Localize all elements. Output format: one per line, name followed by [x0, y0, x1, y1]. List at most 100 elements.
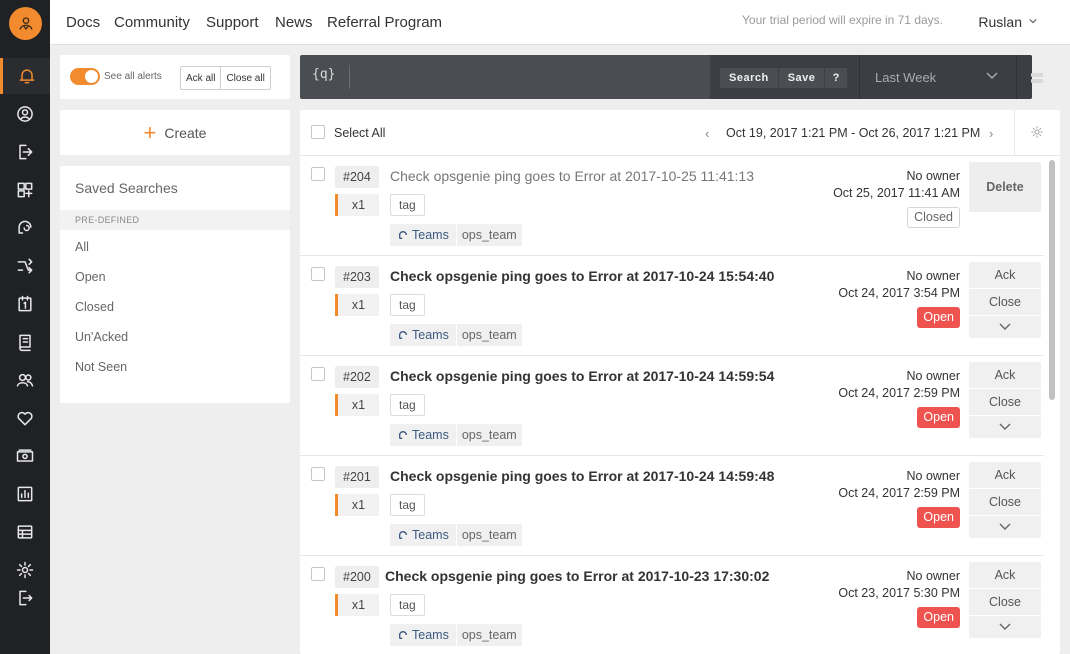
alert-tag[interactable]: tag	[390, 594, 425, 616]
nav-support[interactable]: Support	[206, 14, 259, 31]
alert-tag[interactable]: tag	[390, 294, 425, 316]
alert-checkbox[interactable]	[311, 567, 325, 581]
chevron-down-icon[interactable]	[1029, 17, 1037, 25]
alert-row[interactable]: #200 Check opsgenie ping goes to Error a…	[300, 556, 1044, 654]
alert-checkbox[interactable]	[311, 267, 325, 281]
team-name[interactable]: ops_team	[455, 224, 522, 246]
rail-schedules[interactable]	[0, 286, 50, 322]
nav-community[interactable]: Community	[114, 14, 190, 31]
delete-button[interactable]: Delete	[969, 162, 1041, 212]
alert-teams: Teams ops_team	[390, 224, 522, 246]
logout-icon	[19, 590, 33, 606]
team-name[interactable]: ops_team	[455, 624, 522, 646]
alert-count: x1	[335, 294, 379, 316]
teams-label[interactable]: Teams	[390, 524, 456, 546]
alert-message[interactable]: Check opsgenie ping goes to Error at 201…	[390, 368, 774, 384]
search-divider	[349, 65, 350, 89]
more-actions-button[interactable]	[969, 516, 1041, 538]
rail-teams[interactable]	[0, 362, 50, 398]
alert-checkbox[interactable]	[311, 467, 325, 481]
user-menu[interactable]: Ruslan	[978, 14, 1022, 30]
alert-number: #200	[335, 566, 379, 588]
time-period-select[interactable]: Last Week	[875, 70, 936, 85]
create-alert-button[interactable]: + Create	[60, 110, 290, 155]
close-button[interactable]: Close	[969, 589, 1041, 616]
chevron-down-icon	[999, 623, 1011, 630]
list-settings-gear-icon[interactable]	[1030, 125, 1046, 141]
list-view-icon[interactable]	[1031, 73, 1043, 83]
rail-policies[interactable]	[0, 248, 50, 284]
nav-news[interactable]: News	[275, 14, 313, 31]
alert-message[interactable]: Check opsgenie ping goes to Error at 201…	[390, 168, 754, 184]
rail-incidents[interactable]	[0, 134, 50, 170]
rail-logs[interactable]	[0, 514, 50, 550]
chevron-down-icon[interactable]	[986, 72, 998, 80]
rail-heartbeats[interactable]	[0, 210, 50, 246]
close-button[interactable]: Close	[969, 289, 1041, 316]
alert-checkbox[interactable]	[311, 167, 325, 181]
heart-icon	[17, 411, 33, 426]
rail-billing[interactable]	[0, 438, 50, 474]
alert-owner: No owner	[906, 169, 961, 183]
chart-icon	[17, 486, 33, 502]
chevron-down-icon	[999, 323, 1011, 330]
select-all-checkbox[interactable]	[311, 125, 325, 139]
more-actions-button[interactable]	[969, 316, 1041, 338]
see-all-alerts-toggle[interactable]	[70, 68, 100, 85]
ack-all-button[interactable]: Ack all	[181, 67, 220, 89]
next-range-arrow[interactable]: ›	[989, 126, 993, 141]
rail-alerts[interactable]	[0, 58, 50, 94]
save-search-button[interactable]: Save	[777, 68, 825, 88]
ack-button[interactable]: Ack	[969, 262, 1041, 289]
scrollbar-thumb[interactable]	[1049, 160, 1055, 400]
more-actions-button[interactable]	[969, 616, 1041, 638]
search-button[interactable]: Search	[720, 68, 778, 88]
team-name[interactable]: ops_team	[455, 324, 522, 346]
teams-label[interactable]: Teams	[390, 624, 456, 646]
gear-icon	[16, 561, 34, 579]
alert-tag[interactable]: tag	[390, 194, 425, 216]
saved-search-not-seen[interactable]: Not Seen	[75, 360, 127, 374]
alert-teams: Teams ops_team	[390, 524, 522, 546]
nav-docs[interactable]: Docs	[66, 14, 100, 31]
teams-label[interactable]: Teams	[390, 424, 456, 446]
rail-services[interactable]	[0, 324, 50, 360]
rail-reports[interactable]	[0, 476, 50, 512]
rail-integrations[interactable]	[0, 172, 50, 208]
teams-label[interactable]: Teams	[390, 324, 456, 346]
team-name[interactable]: ops_team	[455, 424, 522, 446]
saved-search-all[interactable]: All	[75, 240, 89, 254]
create-label: Create	[164, 124, 207, 141]
alert-row[interactable]: #204 Check opsgenie ping goes to Error a…	[300, 156, 1044, 256]
date-range: Oct 19, 2017 1:21 PM - Oct 26, 2017 1:21…	[726, 126, 981, 140]
alert-message[interactable]: Check opsgenie ping goes to Error at 201…	[390, 468, 774, 484]
search-help-button[interactable]: ?	[825, 68, 847, 88]
rail-logout[interactable]	[0, 580, 50, 616]
alert-row[interactable]: #201 Check opsgenie ping goes to Error a…	[300, 456, 1044, 556]
ack-button[interactable]: Ack	[969, 562, 1041, 589]
close-all-button[interactable]: Close all	[220, 67, 269, 89]
search-query-input[interactable]	[356, 63, 706, 91]
nav-referral-program[interactable]: Referral Program	[327, 14, 442, 31]
alert-row[interactable]: #203 Check opsgenie ping goes to Error a…	[300, 256, 1044, 356]
alert-row[interactable]: #202 Check opsgenie ping goes to Error a…	[300, 356, 1044, 456]
prev-range-arrow[interactable]: ‹	[705, 126, 709, 141]
alert-tag[interactable]: tag	[390, 394, 425, 416]
ack-button[interactable]: Ack	[969, 462, 1041, 489]
rail-health[interactable]	[0, 400, 50, 436]
team-name[interactable]: ops_team	[455, 524, 522, 546]
alert-tag[interactable]: tag	[390, 494, 425, 516]
ack-button[interactable]: Ack	[969, 362, 1041, 389]
alert-checkbox[interactable]	[311, 367, 325, 381]
close-button[interactable]: Close	[969, 389, 1041, 416]
saved-search-closed[interactable]: Closed	[75, 300, 114, 314]
close-button[interactable]: Close	[969, 489, 1041, 516]
saved-search-unacked[interactable]: Un'Acked	[75, 330, 128, 344]
opsgenie-logo[interactable]	[9, 7, 42, 40]
more-actions-button[interactable]	[969, 416, 1041, 438]
saved-search-open[interactable]: Open	[75, 270, 106, 284]
alert-message[interactable]: Check opsgenie ping goes to Error at 201…	[385, 568, 769, 584]
teams-label[interactable]: Teams	[390, 224, 456, 246]
rail-profile[interactable]	[0, 96, 50, 132]
alert-message[interactable]: Check opsgenie ping goes to Error at 201…	[390, 268, 774, 284]
